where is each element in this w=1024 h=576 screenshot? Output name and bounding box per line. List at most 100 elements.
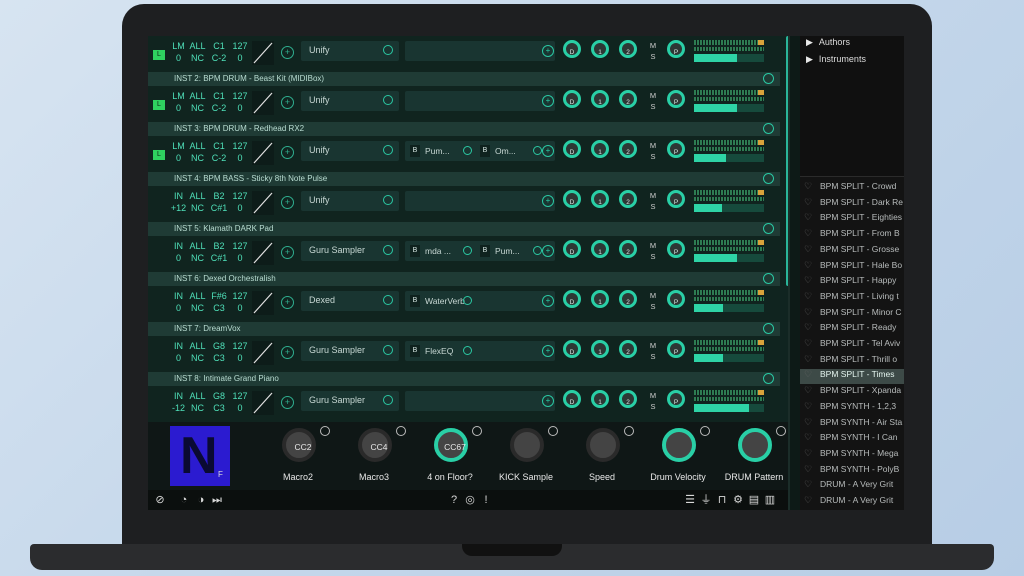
midi-cell[interactable]: ALL [187, 40, 208, 52]
plugin-settings-icon[interactable] [383, 195, 393, 205]
mute-button[interactable]: M [650, 291, 656, 300]
midi-cell[interactable]: 127 [230, 140, 250, 152]
instrument-header[interactable]: INST 3: BPM DRUM - Redhead RX2 [148, 122, 780, 136]
preset-item[interactable]: ♡ BPM SYNTH - Air Sta [800, 417, 904, 432]
macro-knob[interactable]: CC2 [282, 428, 316, 462]
send-knob[interactable]: 2 [619, 390, 637, 408]
preset-item[interactable]: ♡ BPM SPLIT - Tel Aviv [800, 338, 904, 353]
send-knob[interactable]: 2 [619, 290, 637, 308]
favorite-heart-icon[interactable]: ♡ [804, 495, 814, 506]
macro-knob[interactable]: CC4 [358, 428, 392, 462]
midi-cell[interactable]: G8 [208, 340, 230, 352]
solo-button[interactable]: S [650, 352, 655, 361]
fx-bypass-button[interactable]: B [410, 145, 420, 157]
send-knob[interactable]: 1 [591, 90, 609, 108]
macro-settings-icon[interactable] [776, 426, 786, 436]
send-knob[interactable]: 2 [619, 140, 637, 158]
midi-cell[interactable]: 0 [170, 102, 187, 114]
favorite-heart-icon[interactable]: ♡ [804, 369, 814, 380]
add-midi-fx-icon[interactable]: + [281, 246, 294, 259]
add-fx-icon[interactable]: + [542, 195, 554, 207]
favorite-heart-icon[interactable]: ♡ [804, 401, 814, 412]
mute-button[interactable]: M [650, 241, 656, 250]
midi-cell[interactable]: 127 [230, 40, 250, 52]
velocity-curve[interactable] [252, 241, 274, 265]
send-knob[interactable]: 1 [591, 190, 609, 208]
preset-item[interactable]: ♡ BPM SPLIT - Ready [800, 322, 904, 337]
instrument-header[interactable]: INST 7: DreamVox [148, 322, 780, 336]
add-midi-fx-icon[interactable]: + [281, 396, 294, 409]
midi-cell[interactable]: IN [170, 390, 187, 402]
favorite-heart-icon[interactable]: ♡ [804, 181, 814, 192]
preset-item[interactable]: ♡ BPM SPLIT - Thrill o [800, 354, 904, 369]
skip-icon[interactable]: ⏭ [211, 494, 223, 506]
instrument-header[interactable]: INST 4: BPM BASS - Sticky 8th Note Pulse [148, 172, 780, 186]
midi-cell[interactable]: 127 [230, 190, 250, 202]
volume-fader[interactable] [694, 104, 764, 112]
pan-knob[interactable]: P [667, 90, 685, 108]
midi-cell[interactable]: 0 [230, 252, 250, 264]
plugin-settings-icon[interactable] [383, 245, 393, 255]
mute-solo[interactable]: MS [648, 140, 658, 162]
midi-cell[interactable]: G8 [208, 390, 230, 402]
midi-cell[interactable]: NC [187, 302, 208, 314]
volume-fader[interactable] [694, 354, 764, 362]
add-midi-fx-icon[interactable]: + [281, 296, 294, 309]
favorite-heart-icon[interactable]: ♡ [804, 244, 814, 255]
volume-fader[interactable] [694, 54, 764, 62]
fx-bypass-button[interactable]: B [410, 295, 420, 307]
macro-settings-icon[interactable] [396, 426, 406, 436]
add-fx-icon[interactable]: + [542, 395, 554, 407]
preset-item[interactable]: ♡ BPM SPLIT - Living t [800, 291, 904, 306]
midi-cell[interactable]: LM [170, 40, 187, 52]
macro-knob[interactable] [510, 428, 544, 462]
layer-toggle-button[interactable]: L [153, 100, 165, 110]
mute-button[interactable]: M [650, 141, 656, 150]
volume-fader[interactable] [694, 404, 764, 412]
add-fx-icon[interactable]: + [542, 145, 554, 157]
fx-settings-icon[interactable] [463, 146, 472, 155]
pan-knob[interactable]: P [667, 190, 685, 208]
send-knob[interactable]: 1 [591, 40, 609, 58]
midi-routing-grid[interactable]: LM ALL C1 127 0 NC C-2 0 [170, 40, 250, 64]
macro-settings-icon[interactable] [624, 426, 634, 436]
macro-knob[interactable] [662, 428, 696, 462]
preset-item[interactable]: ♡ BPM SPLIT - Times [800, 369, 904, 385]
instrument-plugin-slot[interactable]: Unify [301, 191, 399, 211]
alert-icon[interactable]: ! [480, 494, 492, 506]
layout-icon[interactable]: ▤ [748, 494, 760, 506]
fx-slot[interactable]: B WaterVerb [410, 293, 472, 309]
favorite-heart-icon[interactable]: ♡ [804, 448, 814, 459]
instrument-settings-icon[interactable] [763, 173, 774, 184]
send-knob[interactable]: 2 [619, 90, 637, 108]
midi-cell[interactable]: C#1 [208, 252, 230, 264]
plugin-settings-icon[interactable] [383, 345, 393, 355]
layer-toggle-button[interactable]: L [153, 150, 165, 160]
solo-button[interactable]: S [650, 302, 655, 311]
record-icon[interactable]: ◎ [464, 494, 476, 506]
preset-item[interactable]: ♡ BPM SYNTH - 1,2,3 [800, 401, 904, 416]
midi-cell[interactable]: IN [170, 190, 187, 202]
midi-routing-grid[interactable]: IN ALL F#6 127 0 NC C3 0 [170, 290, 250, 314]
midi-cell[interactable]: ALL [187, 390, 208, 402]
instrument-plugin-slot[interactable]: Guru Sampler [301, 391, 399, 411]
mute-solo[interactable]: MS [648, 390, 658, 412]
midi-cell[interactable]: IN [170, 290, 187, 302]
send-knob[interactable]: D [563, 90, 581, 108]
fx-settings-icon[interactable] [463, 246, 472, 255]
favorite-heart-icon[interactable]: ♡ [804, 338, 814, 349]
midi-cell[interactable]: 0 [170, 52, 187, 64]
preset-item[interactable]: ♡ BPM SPLIT - Hale Bo [800, 260, 904, 275]
plugin-settings-icon[interactable] [383, 45, 393, 55]
favorite-heart-icon[interactable]: ♡ [804, 275, 814, 286]
plugin-settings-icon[interactable] [383, 295, 393, 305]
midi-cell[interactable]: 0 [230, 52, 250, 64]
add-fx-icon[interactable]: + [542, 45, 554, 57]
midi-cell[interactable]: 0 [230, 102, 250, 114]
midi-cell[interactable]: NC [187, 52, 208, 64]
preset-item[interactable]: ♡ BPM SPLIT - Eighties [800, 212, 904, 227]
midi-cell[interactable]: B2 [208, 240, 230, 252]
add-fx-icon[interactable]: + [542, 295, 554, 307]
panel-icon[interactable]: ▥ [764, 494, 776, 506]
instrument-plugin-slot[interactable]: Unify [301, 141, 399, 161]
